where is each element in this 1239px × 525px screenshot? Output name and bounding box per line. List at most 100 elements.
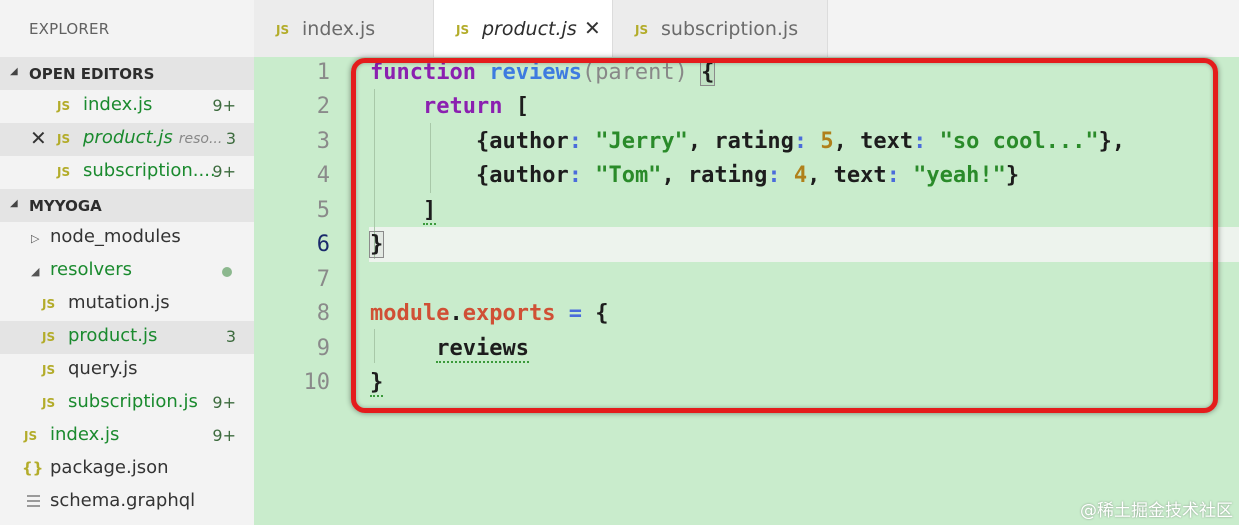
code-line-1: function reviews(parent) { bbox=[370, 59, 716, 86]
js-file-icon: JS bbox=[276, 23, 290, 37]
property-key: text bbox=[860, 129, 914, 154]
line-number: 4 bbox=[316, 163, 330, 188]
open-editor-item-description: reso... bbox=[178, 131, 223, 147]
js-file-icon: JS bbox=[42, 330, 56, 344]
property-key: rating bbox=[687, 163, 768, 188]
problem-count-badge: 3 bbox=[225, 327, 236, 346]
module-identifier: module bbox=[370, 301, 450, 326]
tree-item-package-json[interactable]: {} package.json bbox=[0, 453, 254, 486]
open-editor-item-label: index.js bbox=[83, 94, 153, 115]
comma: , bbox=[807, 163, 821, 188]
chevron-down-icon: ◢ bbox=[10, 198, 18, 209]
number-literal: 4 bbox=[793, 163, 808, 188]
tree-item-label: product.js bbox=[68, 325, 158, 346]
js-file-icon: JS bbox=[456, 23, 470, 37]
close-icon[interactable]: ✕ bbox=[30, 126, 47, 150]
line-number: 7 bbox=[316, 267, 330, 292]
open-editor-item-label: subscription.... bbox=[83, 160, 216, 181]
tab-label: index.js bbox=[302, 18, 376, 40]
tree-item-label: package.json bbox=[50, 457, 169, 478]
comma: , bbox=[661, 163, 675, 188]
colon: : bbox=[886, 163, 900, 188]
tree-item-label: resolvers bbox=[50, 259, 132, 280]
workspace-header[interactable]: ◢ MYYOGA bbox=[0, 189, 254, 222]
brace: } bbox=[1005, 163, 1020, 188]
tab-index-js[interactable]: JS index.js bbox=[254, 0, 434, 57]
comma: , bbox=[687, 129, 702, 154]
tab-label: subscription.js bbox=[661, 18, 799, 40]
brace: { bbox=[475, 163, 490, 188]
code-line-2: return [ bbox=[370, 94, 529, 119]
tree-item-resolvers[interactable]: ◢ resolvers bbox=[0, 255, 254, 288]
bracket: ] bbox=[422, 198, 437, 225]
exports-identifier: exports bbox=[462, 301, 556, 326]
brace: { bbox=[595, 301, 609, 326]
js-file-icon: JS bbox=[42, 363, 56, 377]
problem-count-badge: 9+ bbox=[212, 426, 236, 445]
function-name: reviews bbox=[489, 60, 582, 85]
line-number: 9 bbox=[316, 336, 330, 361]
open-editors-header[interactable]: ◢ OPEN EDITORS bbox=[0, 57, 254, 90]
code-editor[interactable]: 1 2 3 4 5 6 7 8 9 10 function reviews(pa… bbox=[254, 57, 1239, 525]
brace: } bbox=[370, 370, 384, 397]
json-file-icon: {} bbox=[22, 459, 44, 477]
property-key: author bbox=[489, 129, 569, 154]
js-file-icon: JS bbox=[42, 396, 56, 410]
brace: }, bbox=[1098, 129, 1126, 154]
bracket: [ bbox=[515, 94, 529, 119]
colon: : bbox=[767, 163, 781, 188]
tab-product-js[interactable]: JS product.js ✕ bbox=[434, 0, 613, 57]
tree-item-mutation[interactable]: JS mutation.js bbox=[0, 288, 254, 321]
js-file-icon: JS bbox=[42, 297, 56, 311]
line-number: 1 bbox=[316, 60, 330, 85]
tree-item-query[interactable]: JS query.js bbox=[0, 354, 254, 387]
current-line-highlight bbox=[369, 227, 1239, 262]
code-line-4: {author: "Tom", rating: 4, text: "yeah!"… bbox=[370, 163, 1019, 188]
property-key: author bbox=[489, 163, 569, 188]
brace: { bbox=[475, 129, 490, 154]
tree-item-subscription[interactable]: JS subscription.js 9+ bbox=[0, 387, 254, 420]
tree-item-label: subscription.js bbox=[68, 391, 198, 412]
tree-item-label: node_modules bbox=[50, 226, 181, 247]
colon: : bbox=[568, 163, 582, 188]
js-file-icon: JS bbox=[57, 99, 71, 113]
modified-dot-icon bbox=[222, 267, 232, 277]
open-editor-item-index[interactable]: JS index.js 9+ bbox=[0, 90, 254, 123]
open-editor-item-subscription[interactable]: JS subscription.... 9+ bbox=[0, 156, 254, 189]
js-file-icon: JS bbox=[635, 23, 649, 37]
string-literal: "Tom" bbox=[595, 163, 662, 188]
matched-brace: } bbox=[368, 231, 385, 258]
tree-item-index[interactable]: JS index.js 9+ bbox=[0, 420, 254, 453]
line-number: 3 bbox=[316, 129, 330, 154]
problem-count-badge: 9+ bbox=[212, 96, 236, 115]
matched-brace: { bbox=[700, 59, 716, 86]
problem-count-badge: 9+ bbox=[212, 393, 236, 412]
js-file-icon: JS bbox=[57, 165, 71, 179]
explorer-sidebar: EXPLORER ◢ OPEN EDITORS JS index.js 9+ ✕… bbox=[0, 0, 254, 525]
tree-item-label: index.js bbox=[50, 424, 120, 445]
tree-item-product[interactable]: JS product.js 3 bbox=[0, 321, 254, 354]
tree-item-label: mutation.js bbox=[68, 292, 170, 313]
problem-count-badge: 9+ bbox=[212, 162, 236, 181]
parameter: parent bbox=[595, 60, 675, 85]
comma: , bbox=[833, 129, 847, 154]
property-key: text bbox=[833, 163, 887, 188]
close-icon[interactable]: ✕ bbox=[584, 16, 601, 40]
explorer-title: EXPLORER bbox=[29, 20, 110, 38]
chevron-down-icon: ◢ bbox=[10, 66, 18, 77]
tree-item-schema[interactable]: schema.graphql bbox=[0, 486, 254, 519]
open-editor-item-product[interactable]: ✕ JS product.js reso... 3 bbox=[0, 123, 254, 156]
tab-subscription-js[interactable]: JS subscription.js bbox=[613, 0, 828, 57]
colon: : bbox=[913, 129, 927, 154]
tree-item-node-modules[interactable]: ▷ node_modules bbox=[0, 222, 254, 255]
paren: ( bbox=[581, 60, 596, 85]
code-line-3: {author: "Jerry", rating: 5, text: "so c… bbox=[370, 129, 1125, 154]
tree-item-label: schema.graphql bbox=[50, 490, 196, 511]
line-number: 2 bbox=[316, 94, 330, 119]
number-literal: 5 bbox=[820, 129, 834, 154]
dot: . bbox=[449, 301, 463, 326]
assign-operator: = bbox=[568, 301, 582, 326]
code-line-9: reviews bbox=[370, 336, 529, 363]
open-editor-item-label: product.js reso... bbox=[83, 127, 223, 148]
chevron-down-icon: ◢ bbox=[31, 265, 40, 278]
